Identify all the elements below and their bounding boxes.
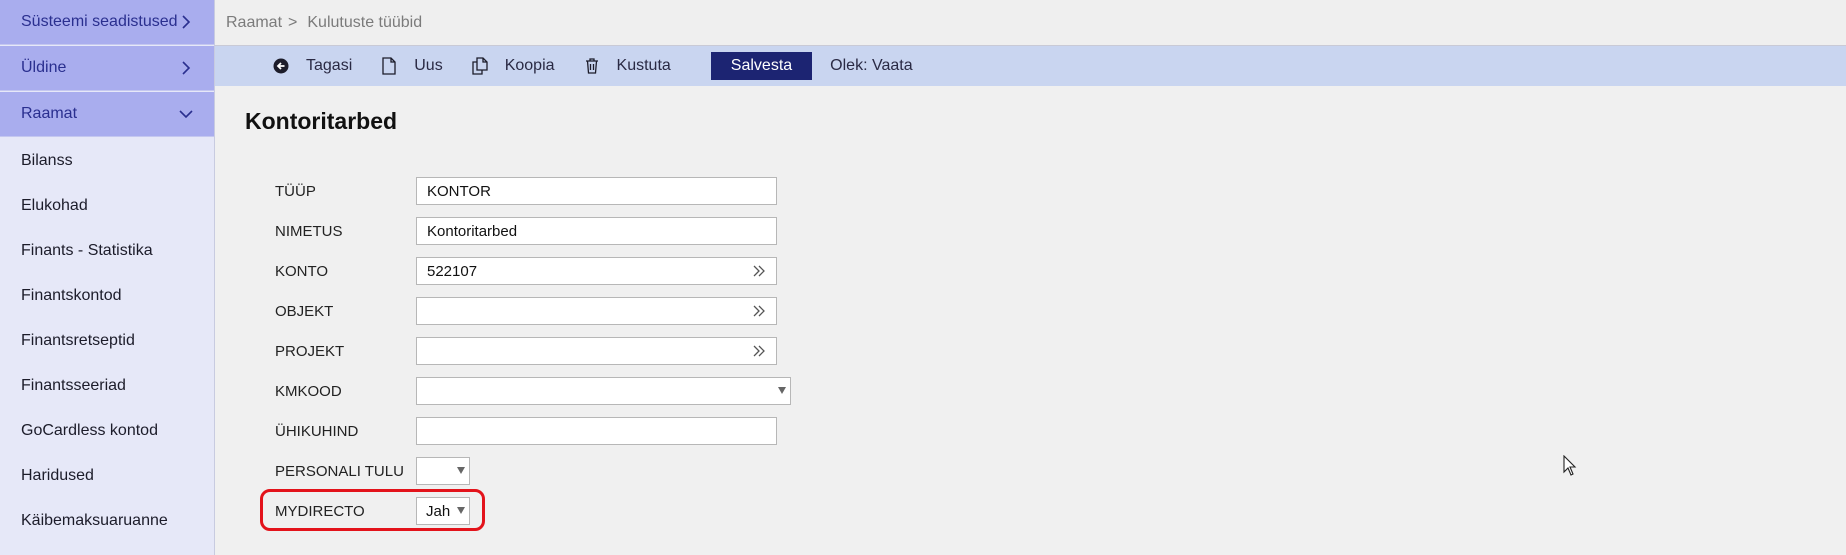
breadcrumb-current: Kulutuste tüübid xyxy=(307,13,423,31)
sidebar-section-label: Üldine xyxy=(21,59,67,76)
sidebar-item-bilanss[interactable]: Bilanss xyxy=(0,138,214,183)
sidebar-item-kaibemaksuaruanne[interactable]: Käibemaksuaruanne xyxy=(0,498,214,543)
sidebar-section-label: Süsteemi seadistused xyxy=(21,13,178,30)
sidebar-section-label: Raamat xyxy=(21,105,78,122)
arrow-left-circle-icon xyxy=(272,57,290,75)
delete-button[interactable]: Kustuta xyxy=(583,57,671,75)
field-label: NIMETUS xyxy=(275,222,343,240)
toolbar: Tagasi Uus Koopia Kustuta Salvesta Olek:… xyxy=(215,46,1846,86)
sidebar-item-finantsseeriad[interactable]: Finantsseeriad xyxy=(0,363,214,408)
field-label: ÜHIKUHIND xyxy=(275,422,359,440)
double-chevron-right-icon[interactable] xyxy=(752,304,766,318)
back-button-label: Tagasi xyxy=(306,57,353,74)
delete-button-label: Kustuta xyxy=(616,57,671,74)
field-label: KONTO xyxy=(275,262,329,280)
form-row-projekt: PROJEKT xyxy=(275,336,777,366)
chevron-down-icon xyxy=(178,106,194,122)
sidebar-item-gocardless-kontod[interactable]: GoCardless kontod xyxy=(0,408,214,453)
sidebar-item-elukohad[interactable]: Elukohad xyxy=(0,183,214,228)
trash-icon xyxy=(583,57,601,75)
page-title: Kontoritarbed xyxy=(245,108,398,134)
dropdown-arrow-icon xyxy=(778,387,786,394)
sidebar: Süsteemi seadistused Üldine Raamat Bilan… xyxy=(0,0,215,555)
objekt-input[interactable] xyxy=(416,297,777,325)
double-chevron-right-icon[interactable] xyxy=(752,264,766,278)
sidebar-section-ledger[interactable]: Raamat xyxy=(0,92,214,137)
projekt-input[interactable] xyxy=(416,337,777,365)
form-row-yhikuhind: ÜHIKUHIND xyxy=(275,416,777,446)
yhikuhind-input[interactable] xyxy=(416,417,777,445)
sidebar-section-system-settings[interactable]: Süsteemi seadistused xyxy=(0,0,214,45)
copy-icon xyxy=(471,57,489,75)
konto-input[interactable]: 522107 xyxy=(416,257,777,285)
highlight-annotation xyxy=(260,489,485,531)
new-button-label: Uus xyxy=(414,57,443,74)
save-button[interactable]: Salvesta xyxy=(710,52,813,80)
chevron-right-icon xyxy=(178,60,194,76)
copy-button-label: Koopia xyxy=(504,57,555,74)
sidebar-item-finantsretseptid[interactable]: Finantsretseptid xyxy=(0,318,214,363)
breadcrumb-parent-link[interactable]: Raamat xyxy=(226,14,282,32)
form-row-kmkood: KMKOOD xyxy=(275,376,791,406)
status-label: Olek: Vaata xyxy=(830,57,913,74)
sidebar-section-general[interactable]: Üldine xyxy=(0,46,214,91)
sidebar-item-haridused[interactable]: Haridused xyxy=(0,453,214,498)
personali-tulu-select[interactable] xyxy=(416,457,470,485)
nimetus-input[interactable]: Kontoritarbed xyxy=(416,217,777,245)
field-label: PERSONALI TULU xyxy=(275,462,404,480)
field-label: OBJEKT xyxy=(275,302,334,320)
form-row-personali-tulu: PERSONALI TULU xyxy=(275,456,470,486)
sidebar-item-finants-statistika[interactable]: Finants - Statistika xyxy=(0,228,214,273)
tyyp-value: KONTOR xyxy=(427,182,491,200)
tyyp-input[interactable]: KONTOR xyxy=(416,177,777,205)
breadcrumb: Raamat > Kulutuste tüübid xyxy=(215,0,1846,46)
new-document-icon xyxy=(380,57,398,75)
field-label: PROJEKT xyxy=(275,342,345,360)
breadcrumb-separator: > xyxy=(288,13,298,31)
form-row-konto: KONTO 522107 xyxy=(275,256,777,286)
field-label: KMKOOD xyxy=(275,382,342,400)
mouse-cursor-icon xyxy=(1563,454,1577,477)
form-row-nimetus: NIMETUS Kontoritarbed xyxy=(275,216,777,246)
field-label: TÜÜP xyxy=(275,182,316,200)
copy-button[interactable]: Koopia xyxy=(471,57,555,75)
kmkood-select[interactable] xyxy=(416,377,791,405)
dropdown-arrow-icon xyxy=(457,467,465,474)
back-button[interactable]: Tagasi xyxy=(272,57,352,75)
konto-value: 522107 xyxy=(427,262,478,280)
new-button[interactable]: Uus xyxy=(380,57,443,75)
sidebar-item-finantskontod[interactable]: Finantskontod xyxy=(0,273,214,318)
form-row-tyyp: TÜÜP KONTOR xyxy=(275,176,777,206)
chevron-right-icon xyxy=(178,14,194,30)
form-row-objekt: OBJEKT xyxy=(275,296,777,326)
double-chevron-right-icon[interactable] xyxy=(752,344,766,358)
nimetus-value: Kontoritarbed xyxy=(427,222,518,240)
